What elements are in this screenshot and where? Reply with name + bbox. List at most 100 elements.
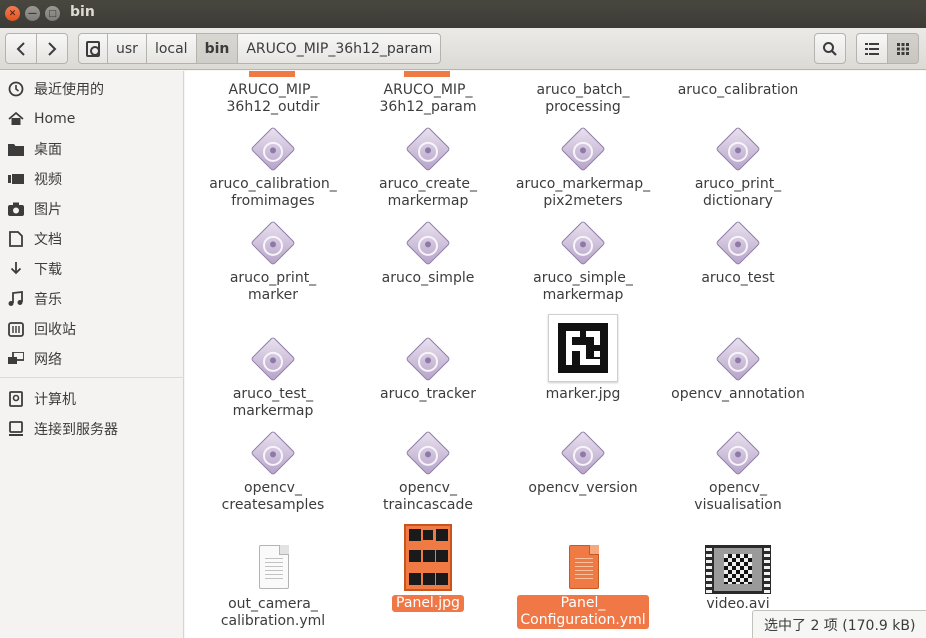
document-icon [8, 231, 24, 247]
disk-icon [86, 40, 100, 57]
sidebar-item-home[interactable]: Home [0, 105, 184, 133]
folder-icon [8, 141, 24, 157]
executable-icon [405, 126, 451, 172]
list-icon [865, 42, 879, 55]
window-title: bin [70, 4, 95, 20]
file-name: ARUCO_MIP_ 36h12_outdir [226, 82, 320, 115]
sidebar-item-desktop[interactable]: 桌面 [0, 135, 184, 163]
video-icon [8, 171, 24, 187]
minimize-window-button[interactable]: — [25, 6, 40, 21]
status-bar: 选中了 2 项 (170.9 kB) [752, 610, 926, 638]
sidebar-item-videos[interactable]: 视频 [0, 165, 184, 193]
title-bar: ✕ — □ bin [0, 0, 926, 28]
forward-button[interactable] [36, 33, 68, 64]
sidebar-item-label: 连接到服务器 [34, 422, 118, 438]
file-name-selected[interactable]: Panel.jpg [392, 595, 464, 612]
search-icon [823, 41, 837, 56]
file-name: aruco_tracker [380, 386, 476, 402]
back-button[interactable] [5, 33, 37, 64]
search-button[interactable] [814, 33, 846, 64]
home-icon [8, 111, 24, 127]
sidebar-item-music[interactable]: 音乐 [0, 285, 184, 313]
file-name: aruco_calibration_ fromimages [209, 176, 337, 209]
list-view-button[interactable] [856, 33, 888, 64]
file-name: aruco_simple_ markermap [533, 270, 633, 303]
breadcrumb-bin[interactable]: bin [196, 33, 239, 64]
folder-icon [404, 71, 450, 77]
sidebar-item-label: 下载 [34, 262, 62, 278]
sidebar-divider [0, 377, 184, 378]
trash-icon [8, 321, 24, 337]
file-name: aruco_create_ markermap [379, 176, 477, 209]
executable-icon [715, 126, 761, 172]
text-document-icon [569, 545, 599, 589]
file-name: ARUCO_MIP_ 36h12_param [379, 82, 477, 115]
file-name: aruco_markermap_ pix2meters [515, 176, 651, 209]
sidebar-item-label: 桌面 [34, 142, 62, 158]
breadcrumb-usr[interactable]: usr [108, 33, 147, 64]
file-name: opencv_ visualisation [694, 480, 782, 513]
file-name: opencv_annotation [671, 386, 805, 402]
sidebar-item-recent[interactable]: 最近使用的 [0, 75, 184, 103]
sidebar-item-label: 回收站 [34, 322, 76, 338]
executable-icon [250, 336, 296, 382]
maximize-window-button[interactable]: □ [45, 6, 60, 21]
sidebar-item-computer[interactable]: 计算机 [0, 385, 184, 413]
folder-icon [249, 71, 295, 77]
computer-icon [8, 391, 24, 407]
breadcrumb: usr local bin ARUCO_MIP_36h12_param [78, 33, 442, 64]
chevron-left-icon [16, 41, 25, 56]
sidebar-item-trash[interactable]: 回收站 [0, 315, 184, 343]
panel-thumbnail[interactable] [404, 524, 452, 591]
marker-thumbnail[interactable] [548, 314, 618, 382]
executable-icon [405, 430, 451, 476]
close-window-button[interactable]: ✕ [5, 6, 20, 21]
breadcrumb-root[interactable] [78, 33, 108, 64]
network-icon [8, 351, 24, 367]
sidebar-item-label: 图片 [34, 202, 62, 218]
sidebar-item-label: 文档 [34, 232, 62, 248]
executable-icon [405, 336, 451, 382]
toolbar: usr local bin ARUCO_MIP_36h12_param [0, 28, 926, 70]
video-thumbnail[interactable] [705, 545, 771, 594]
executable-icon [405, 220, 451, 266]
sidebar-item-documents[interactable]: 文档 [0, 225, 184, 253]
server-icon [8, 421, 24, 437]
file-name: opencv_version [528, 480, 638, 496]
sidebar-item-label: 音乐 [34, 292, 62, 308]
sidebar-item-connect-server[interactable]: 连接到服务器 [0, 415, 184, 443]
executable-icon [715, 336, 761, 382]
breadcrumb-local[interactable]: local [146, 33, 197, 64]
file-name: marker.jpg [545, 386, 621, 402]
sidebar-item-label: 网络 [34, 352, 62, 368]
file-name: aruco_batch_ processing [536, 82, 630, 115]
executable-icon [250, 220, 296, 266]
file-name: out_camera_ calibration.yml [220, 596, 326, 629]
executable-icon [250, 430, 296, 476]
file-name: opencv_ createsamples [221, 480, 325, 513]
music-icon [8, 291, 24, 307]
executable-icon [715, 430, 761, 476]
executable-icon [560, 126, 606, 172]
text-document-icon [259, 545, 289, 589]
grid-view-button[interactable] [887, 33, 919, 64]
breadcrumb-aruco-param[interactable]: ARUCO_MIP_36h12_param [238, 33, 442, 64]
file-name: aruco_calibration [677, 82, 799, 98]
sidebar-item-label: 计算机 [34, 392, 76, 408]
executable-icon [250, 126, 296, 172]
sidebar-item-label: 视频 [34, 172, 62, 188]
download-icon [8, 261, 24, 277]
file-name: aruco_print_ marker [229, 270, 317, 303]
sidebar-item-network[interactable]: 网络 [0, 345, 184, 373]
chevron-right-icon [48, 41, 57, 56]
file-name-selected[interactable]: Panel_ Configuration.yml [517, 595, 649, 629]
file-name: aruco_print_ dictionary [694, 176, 782, 209]
file-name: aruco_test [701, 270, 775, 286]
executable-icon [560, 220, 606, 266]
camera-icon [8, 201, 24, 217]
sidebar-item-downloads[interactable]: 下载 [0, 255, 184, 283]
executable-icon [715, 220, 761, 266]
file-grid: ARUCO_MIP_ 36h12_outdir ARUCO_MIP_ 36h12… [185, 71, 926, 638]
file-name: aruco_simple [381, 270, 475, 286]
sidebar-item-pictures[interactable]: 图片 [0, 195, 184, 223]
